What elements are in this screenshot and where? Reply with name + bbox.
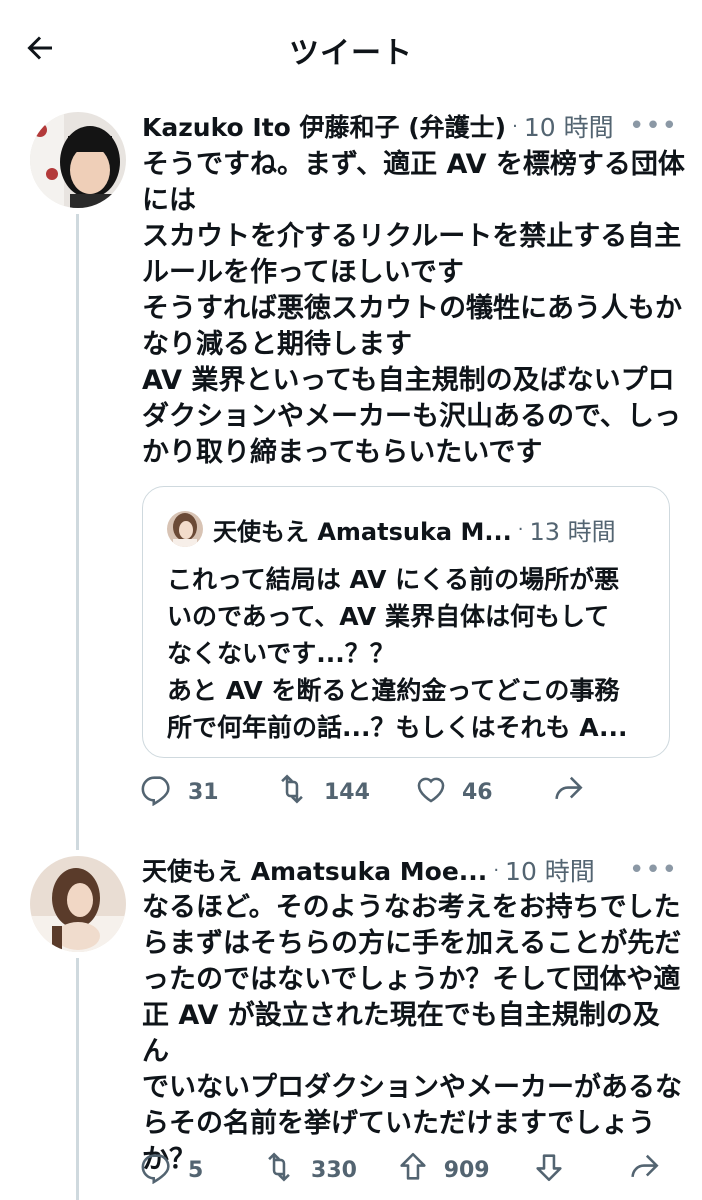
quoted-author-name: 天使もえ Amatsuka M... bbox=[213, 517, 512, 546]
tweet-text: そうですね。まず、適正 AV を標榜する団体 には スカウトを介するリクルートを… bbox=[142, 149, 685, 468]
tweet-header: Kazuko Ito 伊藤和子 (弁護士) · 10 時間 ••• bbox=[142, 106, 678, 146]
quoted-tweet-card[interactable]: 天使もえ Amatsuka M... · 13 時間 これって結局は AV にく… bbox=[142, 486, 670, 758]
top-bar: ツイート bbox=[0, 0, 702, 96]
share-icon bbox=[626, 1150, 662, 1190]
reply-count: 31 bbox=[188, 779, 219, 805]
thread-line bbox=[76, 214, 79, 850]
tweet-time[interactable]: 10 時間 bbox=[524, 108, 614, 144]
avatar[interactable] bbox=[30, 112, 126, 208]
share-button[interactable] bbox=[550, 772, 586, 812]
tweet-text: なるほど。そのようなお考えをお持ちでした らまずはそちらの方に手を加えることが先… bbox=[142, 892, 682, 1175]
page-title: ツイート bbox=[289, 36, 413, 71]
like-button[interactable]: 46 bbox=[414, 772, 550, 812]
author-name[interactable]: 天使もえ Amatsuka Moe... bbox=[142, 852, 487, 888]
tweet-time[interactable]: 10 時間 bbox=[505, 852, 595, 888]
retweet-count: 330 bbox=[311, 1157, 357, 1183]
quoted-tweet-header: 天使もえ Amatsuka M... · 13 時間 bbox=[167, 509, 653, 549]
retweet-button[interactable]: 144 bbox=[274, 772, 414, 812]
upvote-button[interactable]: 909 bbox=[396, 1150, 533, 1190]
separator-dot: · bbox=[493, 859, 500, 881]
more-options-icon[interactable]: ••• bbox=[619, 855, 678, 885]
arrow-up-icon bbox=[396, 1150, 430, 1190]
reply-button[interactable]: 31 bbox=[140, 772, 274, 812]
retweet-count: 144 bbox=[324, 779, 370, 805]
share-button[interactable] bbox=[626, 1150, 662, 1190]
quoted-tweet-text: これって結局は AV にくる前の場所が悪 いのであって、AV 業界自体は何もして… bbox=[167, 565, 628, 742]
separator-dot: · bbox=[517, 518, 524, 540]
reply-icon bbox=[140, 1150, 174, 1190]
retweet-icon bbox=[261, 1150, 297, 1190]
tweet-actions: 5 330 909 bbox=[140, 1148, 662, 1192]
author-name[interactable]: Kazuko Ito 伊藤和子 (弁護士) bbox=[142, 108, 506, 144]
upvote-count: 909 bbox=[443, 1157, 490, 1183]
like-count: 46 bbox=[462, 779, 493, 805]
retweet-icon bbox=[274, 772, 310, 812]
downvote-button[interactable] bbox=[532, 1150, 626, 1190]
retweet-button[interactable]: 330 bbox=[261, 1150, 396, 1190]
heart-icon bbox=[414, 772, 448, 812]
quoted-avatar bbox=[167, 511, 203, 547]
reply-icon bbox=[140, 772, 174, 812]
avatar[interactable] bbox=[30, 856, 126, 952]
tweet-actions: 31 144 46 bbox=[140, 770, 662, 814]
share-icon bbox=[550, 772, 586, 812]
thread-line bbox=[76, 958, 79, 1200]
reply-count: 5 bbox=[188, 1157, 204, 1183]
tweet-header: 天使もえ Amatsuka Moe... · 10 時間 ••• bbox=[142, 850, 678, 890]
separator-dot: · bbox=[512, 115, 518, 137]
more-options-icon[interactable]: ••• bbox=[619, 111, 678, 141]
quoted-tweet-time: 13 時間 bbox=[529, 517, 616, 546]
arrow-down-icon bbox=[532, 1150, 566, 1190]
reply-button[interactable]: 5 bbox=[140, 1150, 261, 1190]
